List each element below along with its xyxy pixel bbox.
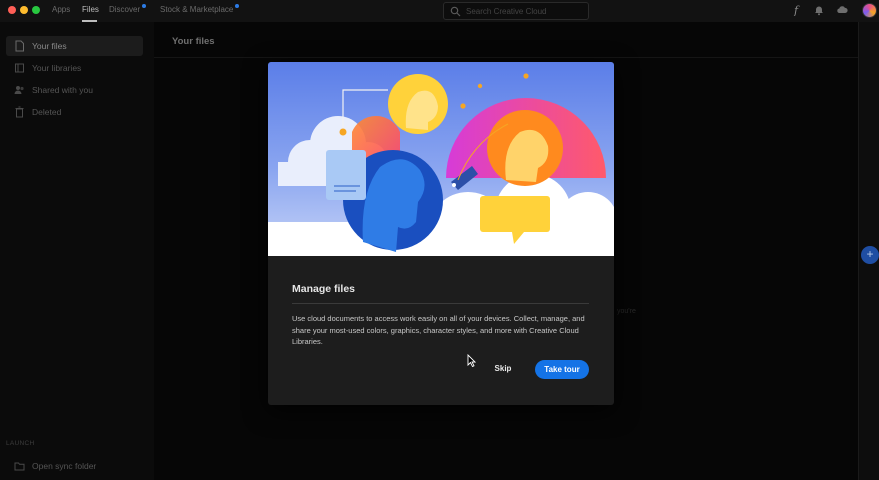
nav-tab-apps[interactable]: Apps [52,5,70,14]
sidebar-item-your-files[interactable]: Your files [6,36,143,56]
minimize-window-button[interactable] [20,6,28,14]
take-tour-button[interactable]: Take tour [535,360,589,379]
dialog-divider [292,303,589,304]
title-bar: Apps Files Discover Stock & Marketplace … [0,0,879,22]
skip-button[interactable]: Skip [486,360,520,378]
add-button[interactable]: + [861,246,879,264]
sidebar-item-your-libraries[interactable]: Your libraries [6,58,143,78]
hero-illustration [268,62,614,256]
sidebar-item-deleted[interactable]: Deleted [6,102,143,122]
sidebar-item-label: Your files [32,41,67,51]
sidebar-item-label: Shared with you [32,85,93,95]
search-placeholder: Search Creative Cloud [466,7,547,16]
file-icon [15,40,24,52]
search-input[interactable]: Search Creative Cloud [443,2,589,20]
discover-badge [142,4,146,8]
fonts-icon[interactable]: f [791,4,803,16]
dialog-title: Manage files [292,283,356,295]
page-title: Your files [172,36,215,47]
folder-icon [14,462,25,471]
people-icon [14,86,24,94]
avatar[interactable] [862,3,877,18]
stock-badge [235,4,239,8]
mouse-pointer-icon [467,354,476,367]
sidebar-item-label: Deleted [32,107,62,117]
bell-icon[interactable] [813,4,825,16]
sidebar-item-open-sync-folder[interactable]: Open sync folder [6,456,143,476]
dialog-description: Use cloud documents to access work easil… [292,314,585,346]
cloud-activity-icon[interactable] [836,4,848,16]
sidebar: Your files Your libraries Shared with yo… [0,22,154,480]
content-header: Your files [154,22,858,58]
nav-tab-discover[interactable]: Discover [109,5,140,14]
launch-section-label: LAUNCH [6,440,35,447]
nav-tab-files[interactable]: Files [82,5,99,14]
trash-icon [15,106,24,118]
manage-files-dialog: Manage files Use cloud documents to acce… [268,62,614,405]
library-icon [15,63,24,73]
sidebar-item-label: Open sync folder [32,461,97,471]
sidebar-item-label: Your libraries [32,63,82,73]
close-window-button[interactable] [8,6,16,14]
search-icon [450,6,461,17]
svg-text:f: f [793,4,800,16]
nav-tab-stock-marketplace[interactable]: Stock & Marketplace [160,5,233,14]
zoom-window-button[interactable] [32,6,40,14]
sidebar-item-shared-with-you[interactable]: Shared with you [6,80,143,100]
background-hint-text: you're [617,308,636,315]
